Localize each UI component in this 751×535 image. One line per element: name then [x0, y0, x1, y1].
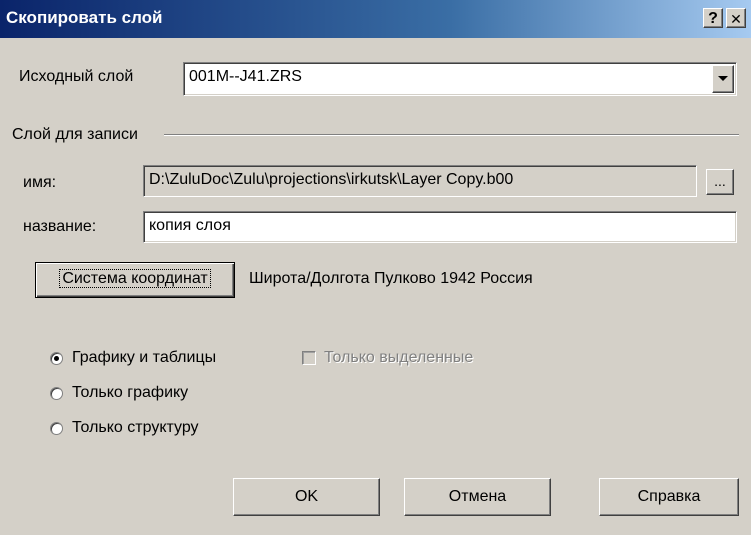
radio-structure-only-label[interactable]: Только структуру: [72, 419, 199, 437]
help-button[interactable]: Справка: [599, 478, 739, 516]
browse-button[interactable]: ...: [706, 169, 734, 195]
cancel-button[interactable]: Отмена: [404, 478, 551, 516]
file-path-field[interactable]: D:\ZuluDoc\Zulu\projections\irkutsk\Laye…: [143, 165, 697, 197]
coordinate-system-value: Широта/Долгота Пулково 1942 Россия: [249, 270, 533, 287]
combobox-dropdown-button[interactable]: [712, 65, 734, 93]
source-layer-combobox[interactable]: 001M--J41.ZRS: [183, 62, 737, 96]
radio-graphics-tables[interactable]: [50, 352, 63, 365]
chevron-down-icon: [718, 76, 728, 81]
name-label: имя:: [23, 174, 57, 191]
file-path-value: D:\ZuluDoc\Zulu\projections\irkutsk\Laye…: [149, 171, 514, 188]
radio-graphics-only-label[interactable]: Только графику: [72, 384, 188, 402]
radio-selected-dot: [54, 356, 59, 361]
radio-graphics-tables-label[interactable]: Графику и таблицы: [72, 349, 216, 367]
checkbox-selected-only: [302, 351, 316, 365]
source-layer-label: Исходный слой: [19, 68, 134, 85]
radio-structure-only[interactable]: [50, 422, 63, 435]
ok-button[interactable]: OK: [233, 478, 380, 516]
group-separator: [164, 134, 739, 136]
title-label: название:: [23, 218, 97, 235]
close-icon[interactable]: ✕: [726, 8, 746, 28]
target-group-label: Слой для записи: [12, 126, 138, 143]
title-bar: Скопировать слой ? ✕: [0, 0, 751, 38]
window-title: Скопировать слой: [6, 8, 163, 27]
radio-graphics-only[interactable]: [50, 387, 63, 400]
layer-title-input[interactable]: копия слоя: [143, 211, 737, 243]
source-layer-value: 001M--J41.ZRS: [189, 68, 302, 85]
coordinate-system-button-label: Система координат: [59, 269, 211, 288]
checkbox-selected-only-label: Только выделенные: [324, 349, 474, 366]
help-icon[interactable]: ?: [703, 8, 723, 28]
coordinate-system-button[interactable]: Система координат: [35, 262, 235, 298]
layer-title-value: копия слоя: [149, 217, 231, 234]
